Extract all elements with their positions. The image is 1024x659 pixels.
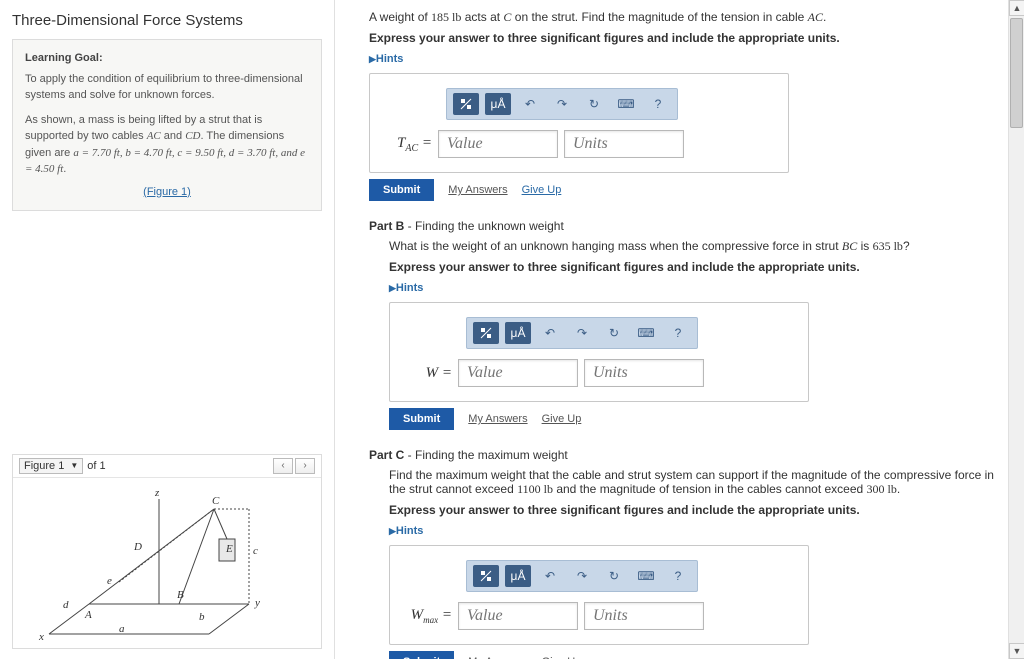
svg-text:c: c [253,545,258,557]
value-input-b[interactable] [458,359,578,387]
svg-text:z: z [154,487,160,499]
part-a-prompt: A weight of 185 lb acts at C on the stru… [369,10,996,25]
scroll-up-icon[interactable]: ▲ [1009,0,1024,16]
part-b-prompt: What is the weight of an unknown hanging… [389,239,996,254]
figure-select[interactable]: Figure 1▼ [19,458,83,474]
reset-button[interactable]: ↻ [581,93,607,115]
answer-box-b: μÅ ↶ ↷ ↻ ⌨ ? W = [389,302,809,402]
scrollbar[interactable]: ▲ ▼ [1008,0,1024,659]
page-title: Three-Dimensional Force Systems [12,12,322,29]
problem-text: As shown, a mass is being lifted by a st… [25,112,309,178]
undo-button[interactable]: ↶ [537,565,563,587]
my-answers-link-b[interactable]: My Answers [468,413,527,425]
submit-row-b: Submit My Answers Give Up [389,408,996,430]
var-label-c: Wmax = [406,607,452,625]
toolbar-b: μÅ ↶ ↷ ↻ ⌨ ? [466,317,698,349]
answer-row-c: Wmax = [406,602,792,630]
units-input-c[interactable] [584,602,704,630]
submit-button-b[interactable]: Submit [389,408,454,430]
answer-box-a: μÅ ↶ ↷ ↻ ⌨ ? TAC = [369,73,789,173]
help-button[interactable]: ? [645,93,671,115]
submit-button-a[interactable]: Submit [369,179,434,201]
figure-header: Figure 1▼ of 1 ‹ › [13,455,321,478]
svg-text:x: x [38,631,44,642]
svg-text:A: A [84,609,92,621]
symbols-button[interactable]: μÅ [505,322,531,344]
fraction-button[interactable] [473,565,499,587]
figure-body: z C D E B A y x a b c d e [13,478,321,648]
svg-text:B: B [177,589,184,601]
right-pane: A weight of 185 lb acts at C on the stru… [335,0,1024,659]
help-button[interactable]: ? [665,322,691,344]
figure-panel: Figure 1▼ of 1 ‹ › [12,454,322,649]
redo-button[interactable]: ↷ [549,93,575,115]
hints-link-a[interactable]: Hints [369,53,403,65]
figure-diagram: z C D E B A y x a b c d e [19,484,317,642]
learning-goal-label: Learning Goal: [25,50,309,67]
undo-button[interactable]: ↶ [537,322,563,344]
give-up-link-a[interactable]: Give Up [522,184,562,196]
part-b-heading: Part B - Finding the unknown weight [369,219,996,233]
hints-link-c[interactable]: Hints [389,525,423,537]
svg-text:D: D [133,541,142,553]
figure-prev-button[interactable]: ‹ [273,458,293,474]
submit-row-c: Submit My Answers Give Up [389,651,996,659]
help-button[interactable]: ? [665,565,691,587]
my-answers-link-a[interactable]: My Answers [448,184,507,196]
keyboard-button[interactable]: ⌨ [633,565,659,587]
answer-row-a: TAC = [386,130,772,158]
svg-text:d: d [63,599,69,611]
scroll-thumb[interactable] [1010,18,1023,128]
give-up-link-b[interactable]: Give Up [542,413,582,425]
svg-text:E: E [225,543,233,555]
figure-of-label: of 1 [87,460,105,472]
answer-row-b: W = [406,359,792,387]
learning-goal-text: To apply the condition of equilibrium to… [25,71,309,104]
left-pane: Three-Dimensional Force Systems Learning… [0,0,335,659]
symbols-button[interactable]: μÅ [505,565,531,587]
answer-box-c: μÅ ↶ ↷ ↻ ⌨ ? Wmax = [389,545,809,645]
submit-button-c[interactable]: Submit [389,651,454,659]
reset-button[interactable]: ↻ [601,322,627,344]
figure-link[interactable]: (Figure 1) [25,184,309,201]
scroll-down-icon[interactable]: ▼ [1009,643,1024,659]
express-line-b: Express your answer to three significant… [389,260,996,274]
svg-text:y: y [254,597,260,609]
units-input-b[interactable] [584,359,704,387]
hints-link-b[interactable]: Hints [389,282,423,294]
svg-text:C: C [212,495,220,507]
express-line-a: Express your answer to three significant… [369,31,996,45]
toolbar-a: μÅ ↶ ↷ ↻ ⌨ ? [446,88,678,120]
redo-button[interactable]: ↷ [569,565,595,587]
value-input-a[interactable] [438,130,558,158]
svg-text:b: b [199,611,205,623]
fraction-button[interactable] [473,322,499,344]
chevron-down-icon: ▼ [70,459,78,473]
figure-next-button[interactable]: › [295,458,315,474]
value-input-c[interactable] [458,602,578,630]
part-c-prompt: Find the maximum weight that the cable a… [389,468,996,497]
submit-row-a: Submit My Answers Give Up [369,179,996,201]
express-line-c: Express your answer to three significant… [389,503,996,517]
var-label-a: TAC = [386,135,432,154]
svg-text:a: a [119,623,125,635]
learning-goal-box: Learning Goal: To apply the condition of… [12,39,322,211]
keyboard-button[interactable]: ⌨ [633,322,659,344]
fraction-button[interactable] [453,93,479,115]
part-c-heading: Part C - Finding the maximum weight [369,448,996,462]
keyboard-button[interactable]: ⌨ [613,93,639,115]
symbols-button[interactable]: μÅ [485,93,511,115]
redo-button[interactable]: ↷ [569,322,595,344]
units-input-a[interactable] [564,130,684,158]
reset-button[interactable]: ↻ [601,565,627,587]
undo-button[interactable]: ↶ [517,93,543,115]
var-label-b: W = [406,365,452,382]
svg-text:e: e [107,575,112,587]
toolbar-c: μÅ ↶ ↷ ↻ ⌨ ? [466,560,698,592]
